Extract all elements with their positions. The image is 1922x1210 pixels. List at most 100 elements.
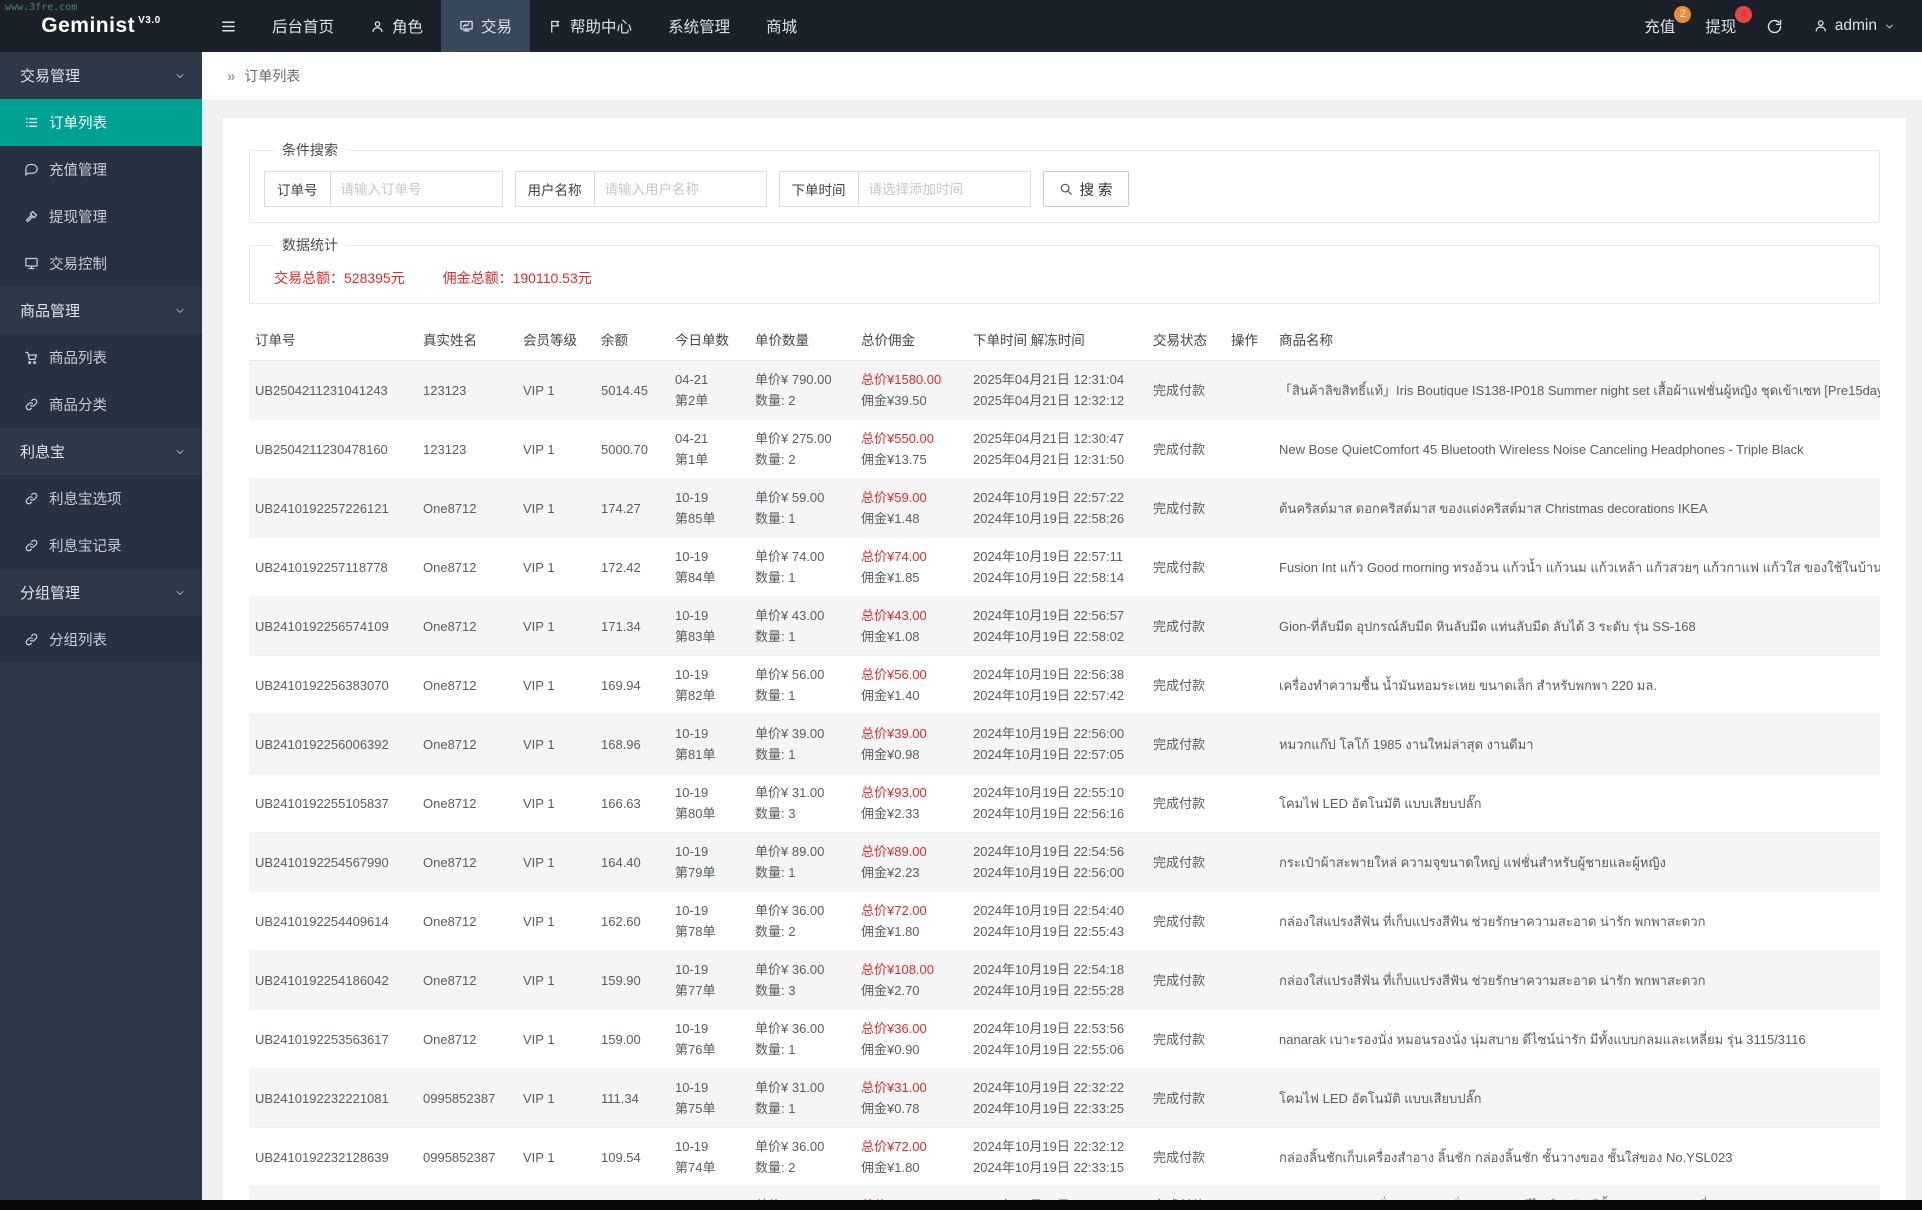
cell-operation: [1225, 419, 1273, 479]
refresh-button[interactable]: [1751, 0, 1798, 52]
cell-balance: 159.90: [595, 950, 669, 1010]
sidebar-item-interest-records[interactable]: 利息宝记录: [0, 522, 202, 569]
nav-item-mall[interactable]: 商城: [748, 0, 815, 52]
cell-vip-level: VIP 1: [517, 1186, 595, 1200]
sidebar-item-product-category[interactable]: 商品分类: [0, 381, 202, 428]
cell-vip-level: VIP 1: [517, 891, 595, 951]
cell-status: 完成付款: [1147, 360, 1225, 420]
search-field-input[interactable]: [330, 171, 503, 207]
cell-operation: [1225, 1068, 1273, 1128]
link-icon: [24, 397, 39, 412]
sidebar-item-recharge-management[interactable]: 充值管理: [0, 146, 202, 193]
table-row: UB2504211231041243 123123 VIP 1 5014.45 …: [249, 360, 1880, 420]
sidebar-group-group-management[interactable]: 分组管理: [0, 569, 202, 616]
sidebar-item-interest-options[interactable]: 利息宝选项: [0, 475, 202, 522]
commission-total: 佣金总额：190110.53元: [442, 270, 592, 286]
cell-times: 2024年10月19日 22:57:22 2024年10月19日 22:58:26: [967, 478, 1147, 538]
cell-order-no: UB2410192231592221: [249, 1186, 417, 1200]
cell-times: 2024年10月19日 22:55:10 2024年10月19日 22:56:16: [967, 773, 1147, 833]
sidebar-item-group-list[interactable]: 分组列表: [0, 616, 202, 663]
sidebar-group-interest-treasure[interactable]: 利息宝: [0, 428, 202, 475]
sidebar-item-trade-control[interactable]: 交易控制: [0, 240, 202, 287]
search-field-input[interactable]: [858, 171, 1031, 207]
admin-menu[interactable]: admin: [1798, 0, 1910, 52]
cell-price-qty: 单价¥ 59.00 数量: 1: [749, 478, 855, 538]
cell-real-name: 0995852387: [417, 1186, 517, 1200]
table-row: UB2410192256383070 One8712 VIP 1 169.94 …: [249, 655, 1880, 715]
nav-item-roles[interactable]: 角色: [352, 0, 441, 52]
cell-balance: 159.00: [595, 1009, 669, 1069]
cell-times: 2024年10月19日 22:54:56 2024年10月19日 22:56:00: [967, 832, 1147, 892]
cell-status: 完成付款: [1147, 1186, 1225, 1200]
cell-vip-level: VIP 1: [517, 1009, 595, 1069]
cell-price-qty: 单价¥ 790.00 数量: 2: [749, 360, 855, 420]
cell-day-orders: 10-19 第81单: [669, 714, 749, 774]
horizontal-scrollbar[interactable]: [0, 1200, 1922, 1210]
sidebar-item-product-list[interactable]: 商品列表: [0, 334, 202, 381]
cell-balance: 111.34: [595, 1068, 669, 1128]
cell-times: 2025年04月21日 12:30:47 2025年04月21日 12:31:50: [967, 419, 1147, 479]
search-field-label: 下单时间: [778, 171, 859, 207]
search-fieldset: 条件搜索 订单号 用户名称 下单时间 搜 索: [249, 140, 1880, 223]
sidebar-group-product-management[interactable]: 商品管理: [0, 287, 202, 334]
cell-product-name: 「สินค้าลิขสิทธิ์แท้」Iris Boutique IS138-…: [1273, 360, 1880, 420]
sidebar-item-order-list[interactable]: 订单列表: [0, 99, 202, 146]
cell-balance: 166.63: [595, 773, 669, 833]
table-row: UB2410192257226121 One8712 VIP 1 174.27 …: [249, 478, 1880, 538]
column-header: 交易状态: [1147, 318, 1225, 361]
cell-product-name: กล่องลิ้นชักเก็บเครื่องสำอาง ลิ้นชัก กล่…: [1273, 1127, 1880, 1187]
nav-item-help-center[interactable]: 帮助中心: [530, 0, 650, 52]
cell-day-orders: 10-19 第85单: [669, 478, 749, 538]
cell-times: 2024年10月19日 22:57:11 2024年10月19日 22:58:14: [967, 537, 1147, 597]
cell-day-orders: 10-19: [669, 1186, 749, 1200]
cell-status: 完成付款: [1147, 1009, 1225, 1069]
cell-balance: 5000.70: [595, 419, 669, 479]
cell-total-commission: 总价¥550.00 佣金¥13.75: [855, 419, 967, 479]
cell-real-name: One8712: [417, 773, 517, 833]
breadcrumb: » 订单列表: [202, 52, 1922, 100]
sidebar-item-withdraw-management[interactable]: 提现管理: [0, 193, 202, 240]
search-field-label: 订单号: [264, 171, 331, 207]
cell-balance: 171.34: [595, 596, 669, 656]
search-field-input[interactable]: [594, 171, 767, 207]
sidebar-toggle-button[interactable]: [202, 0, 254, 52]
column-header: 会员等级: [517, 318, 595, 361]
cell-operation: [1225, 891, 1273, 951]
cell-operation: [1225, 478, 1273, 538]
cell-total-commission: 总价¥31.00 佣金¥0.78: [855, 1068, 967, 1128]
cell-price-qty: 单价¥ 43.00 数量: 1: [749, 596, 855, 656]
cell-times: 2024年10月19日 22:56:00 2024年10月19日 22:57:05: [967, 714, 1147, 774]
cell-price-qty: 单价¥ 275.00 数量: 2: [749, 419, 855, 479]
cell-price-qty: 单价¥ 36.00 数量: 3: [749, 950, 855, 1010]
recharge-button[interactable]: 充值 2: [1629, 0, 1692, 52]
order-list-icon: [24, 115, 39, 130]
order-list-card: 条件搜索 订单号 用户名称 下单时间 搜 索 数据统计 交易总额：528395元…: [223, 118, 1906, 1200]
cell-status: 完成付款: [1147, 950, 1225, 1010]
cell-vip-level: VIP 1: [517, 1127, 595, 1187]
withdraw-button[interactable]: 提现 4: [1690, 0, 1753, 52]
search-button[interactable]: 搜 索: [1042, 171, 1129, 207]
cell-price-qty: 单价¥ 36.00 数量: 2: [749, 1127, 855, 1187]
user-icon: [370, 19, 385, 34]
cell-status: 完成付款: [1147, 773, 1225, 833]
nav-item-home[interactable]: 后台首页: [254, 0, 352, 52]
cell-vip-level: VIP 1: [517, 714, 595, 774]
order-table: 订单号 真实姓名 会员等级 余额 今日单数 单价数量 总价佣金 下单时间 解冻时间 交易状态 操作…: [249, 318, 1880, 1200]
nav-item-system[interactable]: 系统管理: [650, 0, 748, 52]
cell-vip-level: VIP 1: [517, 478, 595, 538]
cell-vip-level: VIP 1: [517, 360, 595, 420]
nav-item-trade[interactable]: 交易: [441, 0, 531, 52]
cell-times: 2025年04月21日 12:31:04 2025年04月21日 12:32:12: [967, 360, 1147, 420]
cell-operation: [1225, 1186, 1273, 1200]
sidebar-group-trade-management[interactable]: 交易管理: [0, 52, 202, 99]
column-header: 商品名称: [1273, 318, 1880, 361]
cell-day-orders: 10-19 第74单: [669, 1127, 749, 1187]
cell-balance: 5014.45: [595, 360, 669, 420]
cell-real-name: One8712: [417, 478, 517, 538]
cell-vip-level: VIP 1: [517, 832, 595, 892]
cell-status: 完成付款: [1147, 891, 1225, 951]
cell-product-name: Fusion Int แก้ว Good morning ทรงอ้วน แก้…: [1273, 537, 1880, 597]
stats-fieldset: 数据统计 交易总额：528395元 佣金总额：190110.53元: [249, 235, 1880, 304]
cell-day-orders: 10-19 第80单: [669, 773, 749, 833]
cell-total-commission: 总价¥89.00 佣金¥2.23: [855, 832, 967, 892]
